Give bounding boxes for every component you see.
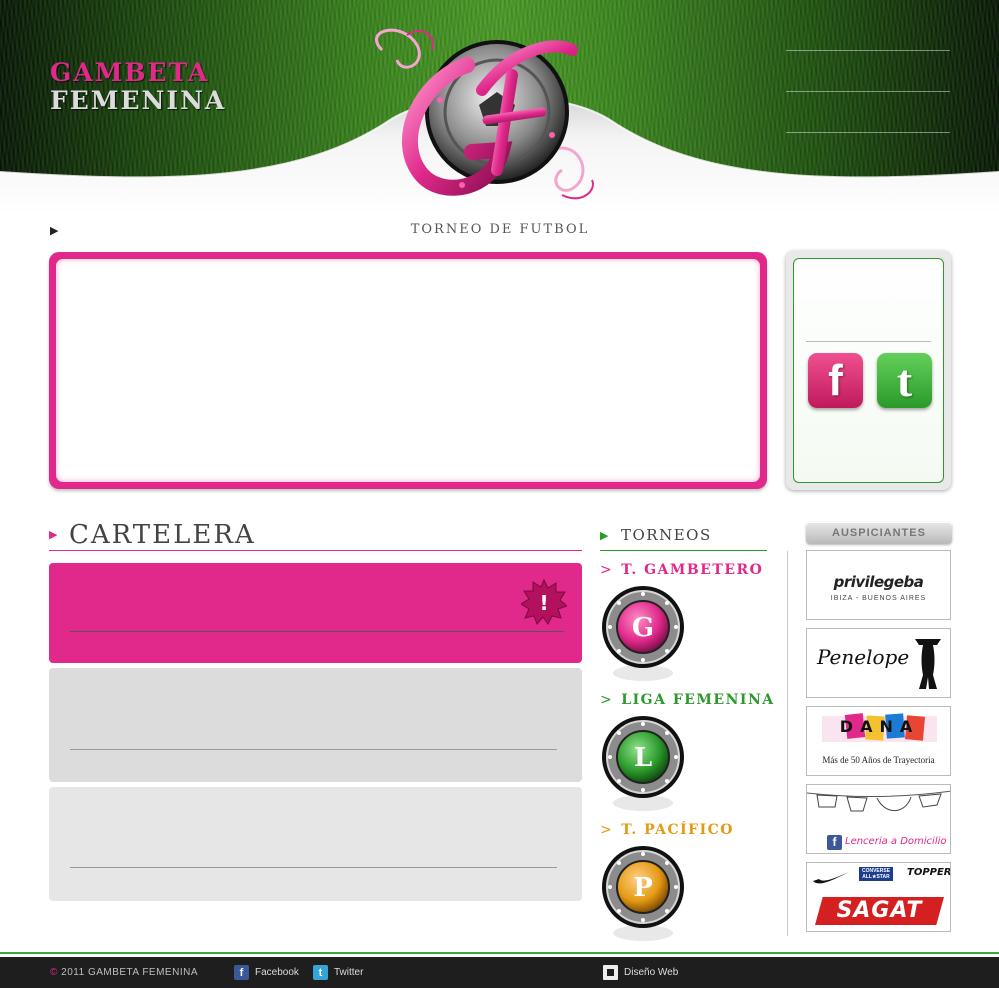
chevron-right-icon: >	[600, 822, 614, 838]
twitter-button[interactable]: t	[877, 353, 932, 408]
converse-logo: CONVERSE ALL★STAR	[859, 867, 893, 881]
topper-logo: TOPPER	[907, 867, 951, 878]
sponsor-name: SAGAT	[836, 898, 923, 923]
header: GAMBETA FEMENINA	[0, 0, 999, 215]
torneo-label: T. GAMBETERO	[621, 562, 764, 578]
twitter-icon: t	[313, 965, 328, 980]
chevron-right-icon: >	[600, 692, 614, 708]
medal-l-icon: L	[602, 716, 684, 811]
card-divider	[70, 631, 564, 632]
swoosh-icon	[813, 872, 849, 884]
sponsor-name: Lenceria a Domicilio	[845, 836, 947, 847]
footer-twitter-label: Twitter	[334, 967, 364, 978]
social-divider	[806, 341, 931, 342]
torneo-link-liga-femenina[interactable]: > LIGA FEMENINA	[600, 692, 775, 708]
torneo-label: T. PACÍFICO	[621, 822, 734, 838]
medal-liga-femenina[interactable]: L	[601, 715, 685, 820]
play-arrow-icon: ▶	[50, 225, 59, 237]
tagline: TORNEO DE FUTBOL	[410, 222, 590, 237]
facebook-button[interactable]: f	[808, 353, 863, 408]
medal-p-icon: P	[602, 846, 684, 941]
medal-letter: P	[633, 873, 653, 903]
cartelera-card[interactable]: !	[49, 563, 582, 663]
brand-title[interactable]: GAMBETA FEMENINA	[50, 60, 226, 113]
featured-content-inner	[56, 259, 760, 482]
footer-twitter-link[interactable]: t Twitter	[313, 965, 363, 980]
medal-g-icon: G	[602, 586, 684, 681]
section-arrow-icon: ▶	[49, 529, 58, 541]
footer-design-link[interactable]: Diseño Web	[603, 965, 678, 980]
brand-line-2: FEMENINA	[50, 86, 227, 115]
sponsor-name: privilegeba	[833, 573, 924, 591]
torneos-title: TORNEOS	[621, 526, 712, 544]
section-arrow-icon: ▶	[600, 530, 609, 542]
cartelera-card[interactable]	[49, 668, 582, 782]
logo-emblem-icon	[375, 28, 594, 200]
sponsor-privilegeba[interactable]: privilegeba IBIZA - BUENOS AIRES	[806, 550, 951, 620]
footer-facebook-link[interactable]: f Facebook	[234, 965, 299, 980]
column-divider	[787, 551, 788, 936]
clothesline-icon	[807, 790, 950, 812]
sponsor-dana[interactable]: DANA Más de 50 Años de Trayectoria	[806, 706, 951, 776]
footer: © 2011 GAMBETA FEMENINA f Facebook t Twi…	[0, 957, 999, 988]
sponsor-sagat[interactable]: CONVERSE ALL★STAR TOPPER SAGAT	[806, 862, 951, 932]
copyright-symbol: ©	[50, 967, 58, 978]
card-divider	[70, 867, 557, 868]
cartelera-title: CARTELERA	[69, 520, 256, 550]
medal-letter: G	[632, 613, 654, 643]
site-logo[interactable]	[362, 20, 612, 215]
sponsor-name: Penelope	[817, 645, 910, 669]
medal-pacifico[interactable]: P	[601, 845, 685, 950]
facebook-small-icon: f	[827, 835, 842, 850]
torneo-link-gambetero[interactable]: > T. GAMBETERO	[600, 562, 763, 578]
header-decor-lines	[786, 50, 950, 173]
twitter-icon: t	[896, 354, 913, 406]
card-divider	[70, 749, 557, 750]
torneos-header: ▶ TORNEOS	[600, 524, 767, 551]
social-box-inner: f t	[793, 258, 944, 483]
torneo-label: LIGA FEMENINA	[621, 692, 775, 708]
sponsor-penelope[interactable]: Penelope	[806, 628, 951, 698]
copyright: © 2011 GAMBETA FEMENINA	[50, 967, 198, 978]
footer-facebook-label: Facebook	[255, 967, 299, 978]
facebook-icon: f	[828, 355, 843, 405]
sponsor-name: DANA	[839, 717, 920, 736]
featured-content-box	[49, 252, 767, 489]
cartelera-card[interactable]	[49, 787, 582, 901]
torneo-link-pacifico[interactable]: > T. PACÍFICO	[600, 822, 734, 838]
footer-accent-line	[0, 952, 999, 954]
sponsor-lenceria[interactable]: f Lenceria a Domicilio	[806, 784, 951, 854]
brand-line-1: GAMBETA	[50, 58, 210, 87]
sponsor-sub: Más de 50 Años de Trayectoria	[822, 755, 935, 765]
chevron-right-icon: >	[600, 562, 614, 578]
alert-glyph: !	[539, 591, 548, 615]
facebook-icon: f	[234, 965, 249, 980]
designer-badge-icon	[603, 965, 618, 980]
footer-design-label: Diseño Web	[624, 967, 679, 978]
silhouette-icon	[915, 639, 941, 689]
sponsor-sub: IBIZA - BUENOS AIRES	[830, 595, 927, 602]
social-box: f t	[786, 251, 951, 490]
cartelera-header: ▶ CARTELERA	[49, 516, 582, 551]
auspiciantes-header: AUSPICIANTES	[806, 522, 952, 544]
copyright-text: 2011 GAMBETA FEMENINA	[61, 967, 198, 978]
medal-gambetero[interactable]: G	[601, 585, 685, 690]
alert-burst-icon: !	[521, 579, 567, 625]
medal-letter: L	[634, 743, 652, 773]
